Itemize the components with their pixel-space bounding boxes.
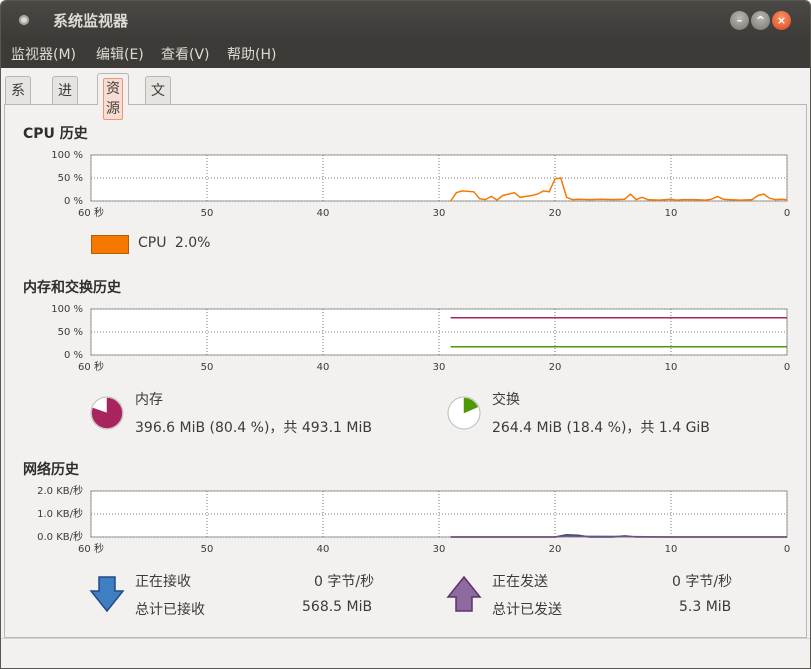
cpu-legend: CPU 2.0% — [138, 235, 211, 251]
cpu-x-tick-label: 40 — [317, 208, 330, 219]
cpu-y-tick-label: 0 % — [64, 196, 83, 207]
memory-x-tick-label: 20 — [549, 362, 562, 373]
status-bar — [1, 638, 810, 668]
close-button[interactable]: × — [772, 11, 791, 30]
memory-value: 396.6 MiB (80.4 %)，共 493.1 MiB — [135, 420, 372, 436]
network-y-tick-label: 0.0 KB/秒 — [37, 530, 83, 543]
total-sent-label: 总计已发送 — [492, 602, 562, 618]
tab-processes[interactable]: 进程 — [52, 76, 78, 127]
total-sent-value: 5.3 MiB — [679, 599, 732, 615]
cpu-color-swatch[interactable] — [91, 235, 129, 254]
swap-pie-icon[interactable] — [446, 395, 482, 431]
resources-panel: CPU 历史 100 % 50 % 0 % 60 秒 50 40 30 20 10 0 CPU 2… — [4, 104, 807, 638]
memory-y-tick-label: 0 % — [64, 350, 83, 361]
memory-y-tick-label: 100 % — [51, 304, 83, 315]
cpu-x-tick-label: 20 — [549, 208, 562, 219]
tab-resources-label: 资源 — [103, 78, 123, 120]
network-x-tick-label: 20 — [549, 544, 562, 555]
window-menu-icon[interactable] — [19, 15, 29, 25]
cpu-x-tick-label: 30 — [433, 208, 446, 219]
minimize-button[interactable]: – — [730, 11, 749, 30]
network-x-tick-label: 40 — [317, 544, 330, 555]
cpu-x-tick-label: 50 — [201, 208, 214, 219]
menu-bar: 监视器(M) 编辑(E) 查看(V) 帮助(H) — [1, 39, 810, 68]
network-plot: 2.0 KB/秒 1.0 KB/秒 0.0 KB/秒60 秒 50 40 30 20 10 0 — [37, 484, 790, 555]
cpu-x-tick-label: 0 — [784, 208, 790, 219]
tab-resources[interactable]: 资源 — [97, 73, 129, 120]
total-received-value: 568.5 MiB — [302, 599, 373, 615]
sending-rate: 0 字节/秒 — [672, 574, 733, 590]
memory-pie-icon[interactable] — [89, 395, 125, 431]
cpu-history-graph: 100 % 50 % 0 % 60 秒 50 40 30 20 10 0 — [5, 147, 805, 222]
window-title: 系统监视器 — [53, 12, 129, 30]
swap-value: 264.4 MiB (18.4 %)，共 1.4 GiB — [492, 420, 710, 436]
network-y-tick-label: 2.0 KB/秒 — [37, 484, 83, 497]
cpu-plot: 100 % 50 % 0 %60 秒 50 40 30 20 10 0 — [51, 150, 790, 219]
memory-x-tick-label: 60 秒 — [78, 360, 104, 373]
network-section-title: 网络历史 — [23, 462, 79, 478]
network-x-tick-label: 30 — [433, 544, 446, 555]
menu-help[interactable]: 帮助(H) — [227, 44, 276, 64]
network-x-tick-label: 50 — [201, 544, 214, 555]
total-received-label: 总计已接收 — [135, 602, 205, 618]
memory-label: 内存 — [135, 392, 163, 408]
memory-section-title: 内存和交换历史 — [23, 280, 121, 296]
network-x-tick-label: 60 秒 — [78, 542, 104, 555]
memory-plot: 100 % 50 % 0 %60 秒 50 40 30 20 10 0 — [51, 304, 790, 373]
receiving-label: 正在接收 — [135, 574, 191, 590]
cpu-legend-value: 2.0% — [174, 235, 211, 251]
memory-x-tick-label: 10 — [665, 362, 678, 373]
memory-x-tick-label: 30 — [433, 362, 446, 373]
network-x-tick-label: 10 — [665, 544, 678, 555]
memory-x-tick-label: 0 — [784, 362, 790, 373]
network-y-tick-label: 1.0 KB/秒 — [37, 507, 83, 520]
memory-y-tick-label: 50 % — [58, 327, 83, 338]
swap-label: 交换 — [492, 392, 520, 408]
network-x-tick-label: 0 — [784, 544, 790, 555]
tab-filesystems[interactable]: 文件系统 — [145, 76, 171, 183]
memory-history-graph: 100 % 50 % 0 % 60 秒 50 40 30 20 10 0 — [5, 301, 805, 376]
title-bar[interactable]: 系统监视器 – ^ × — [1, 1, 810, 39]
cpu-legend-label: CPU — [138, 235, 167, 251]
network-history-graph: 2.0 KB/秒 1.0 KB/秒 0.0 KB/秒 60 秒 50 40 30 20 10 0 — [5, 483, 805, 558]
tab-system[interactable]: 系统 — [5, 76, 31, 127]
system-monitor-window: 系统监视器 – ^ × 监视器(M) 编辑(E) 查看(V) 帮助(H) 系统 … — [0, 0, 811, 669]
memory-x-tick-label: 40 — [317, 362, 330, 373]
download-arrow-icon[interactable] — [89, 575, 125, 613]
menu-edit[interactable]: 编辑(E) — [96, 44, 144, 64]
cpu-y-tick-label: 50 % — [58, 173, 83, 184]
upload-arrow-icon[interactable] — [446, 575, 482, 613]
sending-label: 正在发送 — [492, 574, 548, 590]
cpu-x-tick-label: 10 — [665, 208, 678, 219]
menu-view[interactable]: 查看(V) — [161, 44, 210, 64]
receiving-rate: 0 字节/秒 — [314, 574, 375, 590]
menu-monitor[interactable]: 监视器(M) — [11, 44, 76, 64]
cpu-section-title: CPU 历史 — [23, 126, 88, 142]
memory-x-tick-label: 50 — [201, 362, 214, 373]
maximize-button[interactable]: ^ — [751, 11, 770, 30]
cpu-y-tick-label: 100 % — [51, 150, 83, 161]
cpu-x-tick-label: 60 秒 — [78, 206, 104, 219]
